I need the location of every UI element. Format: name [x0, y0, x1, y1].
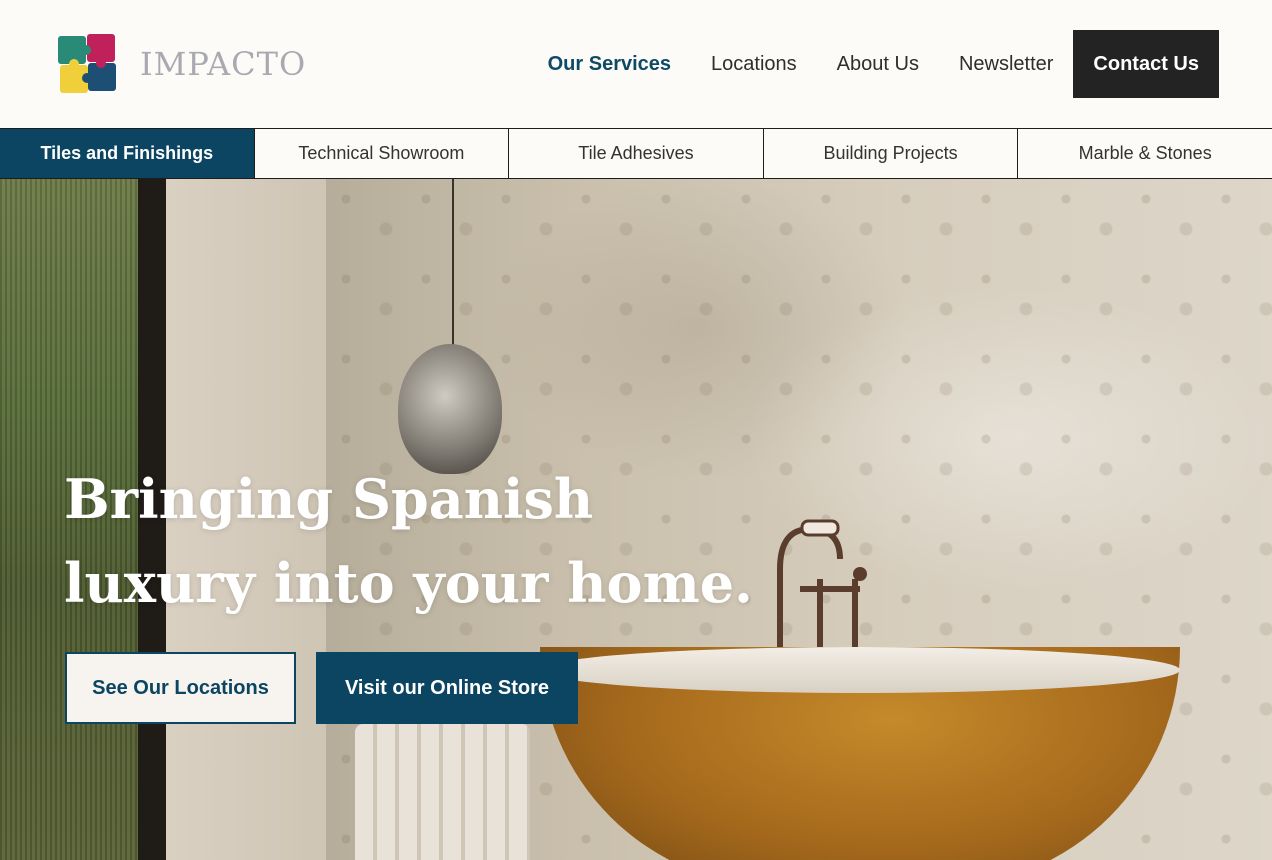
nav-newsletter[interactable]: Newsletter — [959, 53, 1053, 76]
subnav-marble-and-stones[interactable]: Marble & Stones — [1018, 129, 1272, 178]
lamp-cord — [452, 179, 454, 359]
nav-locations[interactable]: Locations — [711, 53, 797, 76]
hero-title: Bringing Spanish luxury into your home. — [64, 467, 753, 615]
site-header: IMPACTO Our Services Locations About Us … — [0, 0, 1272, 128]
services-subnav: Tiles and Finishings Technical Showroom … — [0, 128, 1272, 179]
nav-about-us[interactable]: About Us — [837, 53, 919, 76]
hero-banner: Bringing Spanish luxury into your home. … — [0, 179, 1272, 860]
pendant-lamp — [398, 344, 502, 474]
visit-online-store-button[interactable]: Visit our Online Store — [316, 652, 578, 724]
pedestal — [355, 724, 530, 860]
contact-us-button[interactable]: Contact Us — [1073, 30, 1219, 98]
brand-name: IMPACTO — [140, 45, 307, 83]
subnav-building-projects[interactable]: Building Projects — [764, 129, 1019, 178]
subnav-technical-showroom[interactable]: Technical Showroom — [255, 129, 510, 178]
brand-logo[interactable]: IMPACTO — [56, 33, 306, 95]
nav-our-services[interactable]: Our Services — [548, 53, 671, 76]
subnav-tiles-and-finishings[interactable]: Tiles and Finishings — [0, 129, 255, 178]
see-our-locations-button[interactable]: See Our Locations — [65, 652, 296, 724]
subnav-tile-adhesives[interactable]: Tile Adhesives — [509, 129, 764, 178]
main-nav: Our Services Locations About Us Newslett… — [548, 30, 1219, 98]
bathtub-rim — [540, 647, 1180, 693]
puzzle-logo-icon — [58, 34, 116, 93]
